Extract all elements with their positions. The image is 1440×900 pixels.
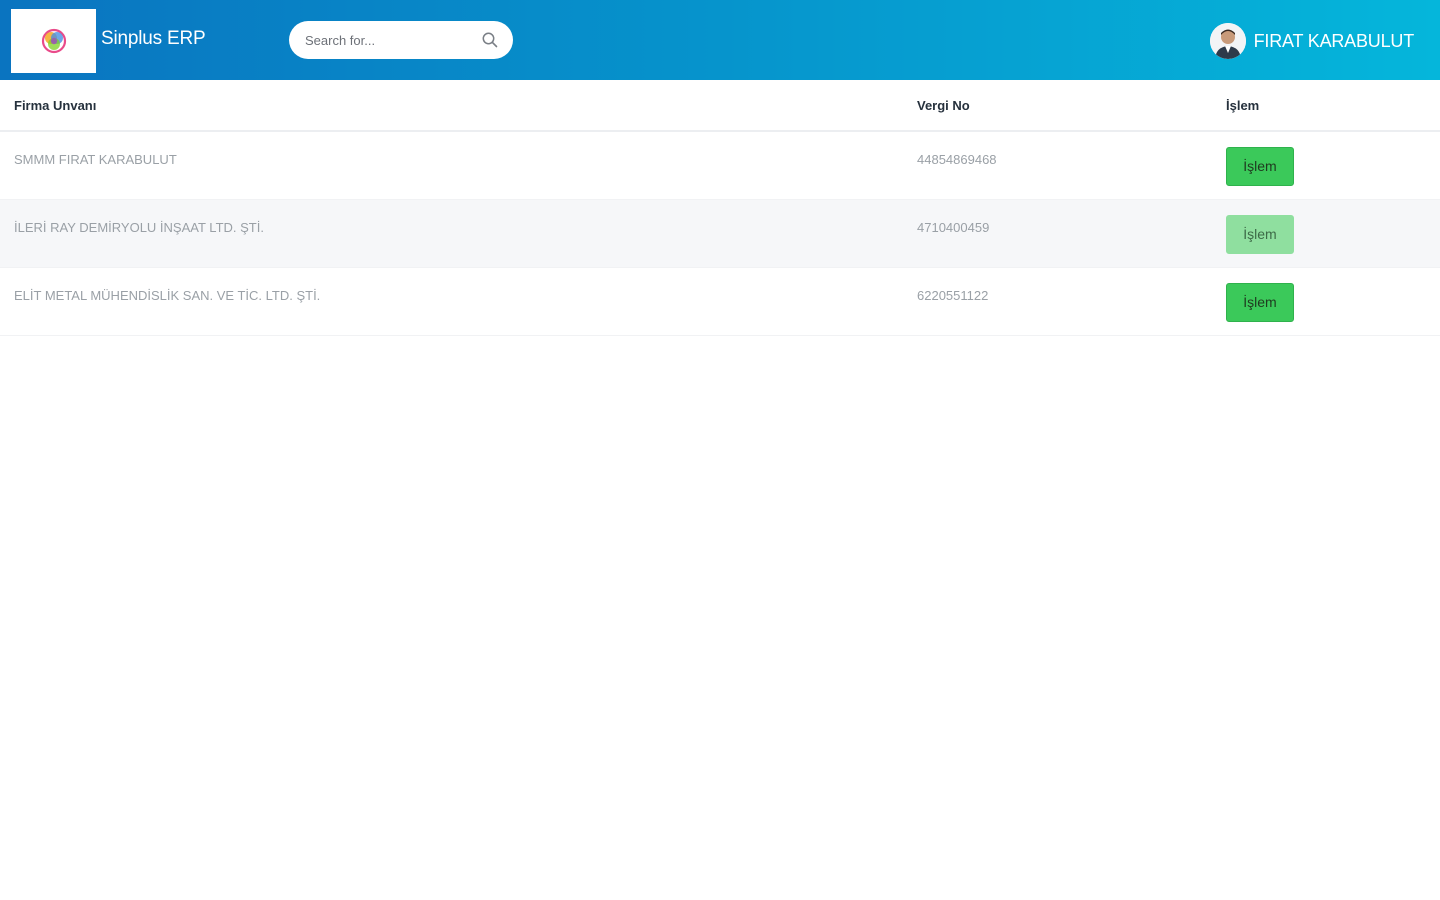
brand-name[interactable]: Sinplus ERP bbox=[101, 28, 206, 50]
action-cell: İşlem bbox=[1212, 131, 1440, 200]
column-header-tax-no[interactable]: Vergi No bbox=[903, 80, 1212, 132]
table-row: ELİT METAL MÜHENDİSLİK SAN. VE TİC. LTD.… bbox=[0, 267, 1440, 336]
tax-no-cell: 6220551122 bbox=[903, 267, 1212, 336]
search-icon[interactable] bbox=[481, 31, 499, 49]
user-avatar-icon bbox=[1209, 23, 1246, 59]
top-navbar: Sinplus ERP FIRAT KARABULUT bbox=[0, 0, 1440, 80]
colorful-globe-logo-icon bbox=[41, 28, 66, 54]
column-header-action[interactable]: İşlem bbox=[1212, 80, 1440, 132]
company-name-cell: İLERİ RAY DEMİRYOLU İNŞAAT LTD. ŞTİ. bbox=[0, 199, 903, 268]
brand-logo[interactable] bbox=[11, 9, 96, 73]
action-button[interactable]: İşlem bbox=[1226, 147, 1294, 186]
company-name-cell: SMMM FIRAT KARABULUT bbox=[0, 131, 903, 200]
action-cell: İşlem bbox=[1212, 199, 1440, 268]
company-table-container: Firma Unvanı Vergi No İşlem SMMM FIRAT K… bbox=[0, 80, 1440, 336]
table-row: SMMM FIRAT KARABULUT 44854869468 İşlem bbox=[0, 131, 1440, 200]
user-name: FIRAT KARABULUT bbox=[1253, 30, 1415, 51]
company-name-cell: ELİT METAL MÜHENDİSLİK SAN. VE TİC. LTD.… bbox=[0, 267, 903, 336]
search-bar bbox=[289, 21, 513, 59]
company-table: Firma Unvanı Vergi No İşlem SMMM FIRAT K… bbox=[0, 80, 1440, 336]
search-input[interactable] bbox=[303, 31, 473, 49]
table-row: İLERİ RAY DEMİRYOLU İNŞAAT LTD. ŞTİ. 471… bbox=[0, 199, 1440, 268]
action-cell: İşlem bbox=[1212, 267, 1440, 336]
action-button[interactable]: İşlem bbox=[1226, 282, 1294, 322]
column-header-company[interactable]: Firma Unvanı bbox=[0, 80, 903, 132]
user-menu[interactable]: FIRAT KARABULUT bbox=[1209, 22, 1415, 60]
tax-no-cell: 4710400459 bbox=[903, 199, 1212, 268]
tax-no-cell: 44854869468 bbox=[903, 131, 1212, 200]
action-button-disabled[interactable]: İşlem bbox=[1226, 214, 1294, 254]
table-header-row: Firma Unvanı Vergi No İşlem bbox=[0, 80, 1440, 132]
